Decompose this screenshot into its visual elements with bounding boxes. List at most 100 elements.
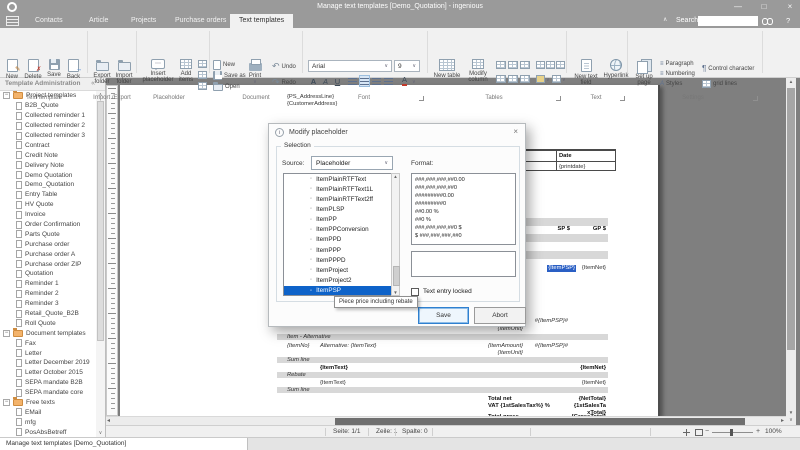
placeholder-list-item[interactable]: ◦ItemPPPD xyxy=(284,255,399,265)
tree-item[interactable]: Purchase order A xyxy=(0,249,96,259)
document-new-button[interactable]: New xyxy=(213,60,235,70)
tree-item[interactable]: HV Quote xyxy=(0,200,96,210)
sidebar-scrollbar[interactable]: ∧ ∨ xyxy=(96,91,105,437)
tree-folder-row[interactable]: −Document templates xyxy=(0,328,96,338)
scroll-left-icon[interactable]: ◂ xyxy=(107,418,110,425)
scroll-right-icon[interactable]: ▸ xyxy=(781,418,784,425)
tree-item[interactable]: Retail_Quote_B2B xyxy=(0,309,96,319)
zoom-out-button[interactable]: − xyxy=(705,426,709,437)
tree-item[interactable]: Delivery Note xyxy=(0,160,96,170)
borders-icon[interactable] xyxy=(552,75,561,83)
placeholder-list-item[interactable]: ◦ItemProject xyxy=(284,265,399,275)
tree-item[interactable]: Demo Quotation xyxy=(0,170,96,180)
underline-button[interactable]: U xyxy=(332,75,343,87)
tree-item[interactable]: PosAbsBetreff xyxy=(0,427,96,437)
back-button[interactable]: → Back xyxy=(64,59,83,80)
align-center-button[interactable] xyxy=(359,75,370,87)
selected-placeholder-chip[interactable]: {ItemPSP} xyxy=(547,265,576,272)
table-tool-icon[interactable] xyxy=(520,75,530,83)
help-button[interactable]: ? xyxy=(786,16,790,25)
borders-dropdown-icon[interactable]: ∨ xyxy=(562,77,566,83)
modify-column-button[interactable]: Modify column xyxy=(464,59,492,84)
numbering-button[interactable]: ≡Numbering xyxy=(660,71,695,77)
tree-item[interactable]: Reminder 1 xyxy=(0,279,96,289)
document-vertical-scrollbar[interactable]: ▲ ▼ xyxy=(786,78,796,416)
document-horizontal-scrollbar[interactable]: ◂ ▸ xyxy=(105,416,786,425)
scroll-up-icon[interactable]: ▲ xyxy=(392,174,399,179)
import-folder-button[interactable]: Import folder xyxy=(113,59,135,86)
undo-button[interactable]: ↶Undo xyxy=(272,62,296,71)
placeholder-list-item[interactable]: ◦ItemPlainRTFText1L xyxy=(284,184,399,194)
tree-item[interactable]: Entry Table xyxy=(0,190,96,200)
scrollbar-thumb[interactable] xyxy=(97,101,104,341)
placeholder-list-item[interactable]: ◦ItemPP xyxy=(284,215,399,225)
placeholder-list-scrollbar[interactable]: ▲ ▼ xyxy=(391,173,400,296)
table-merge-icon[interactable] xyxy=(536,61,545,69)
document-save-as-button[interactable]: Save as xyxy=(213,71,246,80)
tree-item[interactable]: Purchase order xyxy=(0,239,96,249)
table-tool-icon[interactable] xyxy=(508,75,518,83)
search-binoculars-icon[interactable] xyxy=(762,17,775,25)
tab-contacts[interactable]: Contacts xyxy=(26,14,72,28)
scroll-down-icon[interactable]: ∨ xyxy=(96,430,105,436)
tree-folder-row[interactable]: −Free texts xyxy=(0,398,96,408)
tree-item[interactable]: Parts Quote xyxy=(0,229,96,239)
format-option[interactable]: #########0 xyxy=(412,200,515,208)
table-tool-icon[interactable] xyxy=(496,61,506,69)
placeholder-list-item[interactable]: ◦ItemPlainRTFText2ff xyxy=(284,194,399,204)
control-character-button[interactable]: ¶Control character xyxy=(702,64,754,73)
tree-item[interactable]: Collected reminder 2 xyxy=(0,121,96,131)
shading-bucket-icon[interactable] xyxy=(536,75,545,83)
tab-projects[interactable]: Projects xyxy=(122,14,165,28)
tree-item[interactable]: SEPA mandate B2B xyxy=(0,378,96,388)
tree-item[interactable]: Letter October 2015 xyxy=(0,368,96,378)
document-open-button[interactable]: Open xyxy=(213,82,240,91)
delete-template-button[interactable]: ✗ Delete xyxy=(23,59,43,80)
tree-item[interactable]: Quotation xyxy=(0,269,96,279)
placeholder-list-item[interactable]: ◦ItemPPP xyxy=(284,245,399,255)
italic-button[interactable]: A xyxy=(320,75,331,87)
tab-text-templates[interactable]: Text templates xyxy=(230,14,293,28)
table-tool-icon[interactable] xyxy=(496,75,506,83)
tables-dialog-launcher-icon[interactable] xyxy=(556,96,561,101)
tree-item[interactable]: B2B_Quote xyxy=(0,101,96,111)
taskbar-tab[interactable]: Manage text templates [Demo_Quotation] xyxy=(0,438,248,450)
bold-button[interactable]: A xyxy=(308,75,319,87)
format-input[interactable] xyxy=(411,251,516,277)
grid-lines-button[interactable]: grid lines xyxy=(702,80,737,88)
justify-button[interactable] xyxy=(383,75,394,87)
close-button[interactable]: × xyxy=(778,0,800,13)
source-select[interactable]: Placeholder∨ xyxy=(311,156,393,170)
placeholder-tool-icon[interactable] xyxy=(198,71,207,79)
tree-expand-icon[interactable]: − xyxy=(3,330,10,337)
format-option[interactable]: #########0.00 xyxy=(412,192,515,200)
set-up-page-button[interactable]: Set up page xyxy=(631,59,657,87)
tree-item[interactable]: EMail xyxy=(0,408,96,418)
scroll-down-icon[interactable]: ▼ xyxy=(786,410,796,415)
maximize-button[interactable]: □ xyxy=(752,0,776,13)
zoom-in-button[interactable]: + xyxy=(756,426,760,437)
new-table-button[interactable]: New table xyxy=(432,59,462,79)
tree-item[interactable]: Demo_Quotation xyxy=(0,180,96,190)
align-right-button[interactable] xyxy=(371,75,382,87)
abort-button[interactable]: Abort xyxy=(474,307,526,324)
scrollbar-thumb[interactable] xyxy=(787,88,795,350)
zoom-slider-thumb[interactable] xyxy=(730,429,733,436)
table-size-icon[interactable] xyxy=(556,61,565,69)
print-button[interactable]: Print ∨ xyxy=(243,59,267,86)
add-items-button[interactable]: Add items xyxy=(176,59,196,84)
font-dialog-launcher-icon[interactable] xyxy=(419,96,424,101)
format-option[interactable]: ##0.00 % xyxy=(412,208,515,216)
app-menu-icon[interactable] xyxy=(6,16,19,26)
save-button[interactable]: Save xyxy=(418,307,469,324)
scrollbar-corner[interactable]: ∨ xyxy=(786,416,796,425)
format-option[interactable]: ###,###,###,##0.00 xyxy=(412,176,515,184)
format-option[interactable]: $ ###,###,###,##0 xyxy=(412,232,515,240)
pan-tool-icon[interactable] xyxy=(683,429,690,436)
tree-item[interactable]: Contract xyxy=(0,140,96,150)
font-name-select[interactable]: Arial∨ xyxy=(308,60,392,72)
placeholder-list-item[interactable]: ◦ItemPLSP xyxy=(284,204,399,214)
styles-button[interactable]: AStyles xyxy=(660,81,682,87)
tree-item[interactable]: Invoice xyxy=(0,210,96,220)
placeholder-list-item[interactable]: ◦ItemPSP xyxy=(284,286,399,296)
